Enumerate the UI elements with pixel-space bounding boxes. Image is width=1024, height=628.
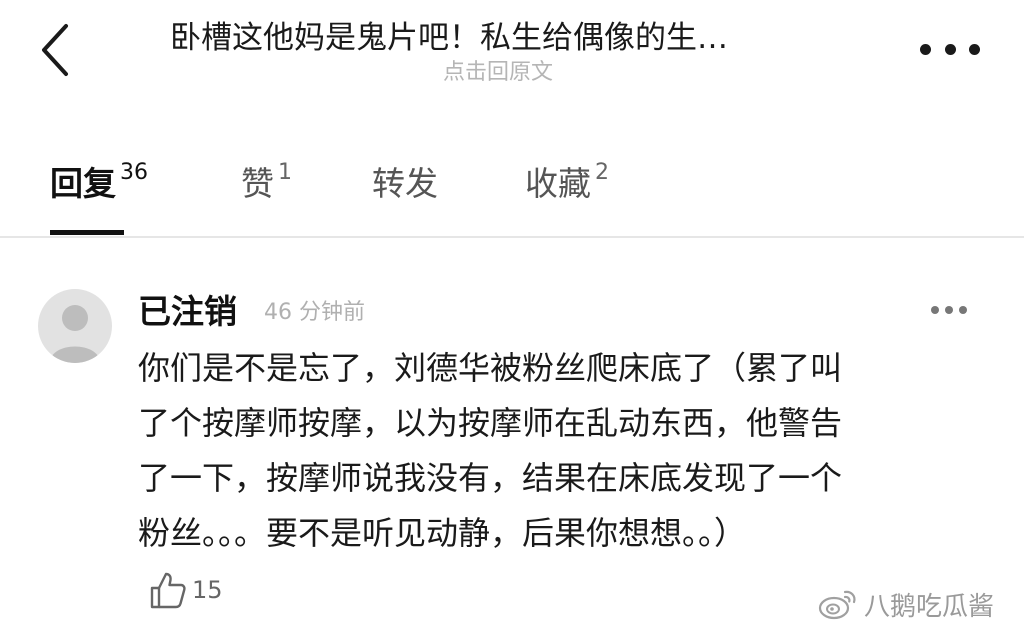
tab-bar: 回复 36 赞 1 转发 收藏 2 (0, 150, 1024, 236)
chevron-left-icon (42, 24, 68, 76)
avatar[interactable] (38, 289, 112, 363)
tab-favorites[interactable]: 收藏 2 (525, 160, 609, 222)
page-title[interactable]: 卧槽这他妈是鬼片吧！私生给偶像的生… (170, 18, 870, 58)
back-button[interactable] (36, 22, 76, 78)
comment-more-button[interactable] (931, 304, 967, 316)
like-count: 15 (192, 576, 223, 604)
comment-timestamp: 46 分钟前 (264, 300, 365, 325)
tab-likes[interactable]: 赞 1 (241, 160, 292, 222)
more-options-button[interactable] (920, 38, 980, 60)
comment-detail-page: 卧槽这他妈是鬼片吧！私生给偶像的生… 点击回原文 回复 36 赞 1 转发 收藏… (0, 0, 1024, 628)
tab-count: 1 (278, 160, 292, 185)
comment-body: 你们是不是忘了，刘德华被粉丝爬床底了（累了叫 了个按摩师按摩，以为按摩师在乱动东… (138, 341, 978, 561)
tab-label: 赞 (241, 164, 274, 203)
tab-reposts[interactable]: 转发 (372, 162, 438, 222)
view-original-link[interactable]: 点击回原文 (443, 60, 553, 86)
active-tab-indicator (50, 230, 124, 235)
like-button[interactable]: 15 (148, 568, 223, 612)
weibo-logo-icon (818, 590, 856, 620)
watermark-text: 八鹅吃瓜酱 (864, 591, 995, 622)
more-horizontal-icon (931, 306, 939, 314)
tab-replies[interactable]: 回复 36 (50, 160, 148, 222)
comment-line: 粉丝。。。要不是听见动静，后果你想想。。） (138, 514, 747, 552)
comment-line: 你们是不是忘了，刘德华被粉丝爬床底了（累了叫 (138, 349, 843, 387)
tab-label: 回复 (50, 164, 116, 203)
default-user-icon (50, 305, 100, 363)
divider (0, 236, 1024, 238)
tab-label: 收藏 (525, 164, 591, 203)
tab-count: 36 (120, 160, 148, 185)
watermark: 八鹅吃瓜酱 (818, 586, 994, 622)
comment-line: 了一下，按摩师说我没有，结果在床底发现了一个 (138, 459, 843, 497)
comment-line: 了个按摩师按摩，以为按摩师在乱动东西，他警告 (138, 404, 843, 442)
tab-count: 2 (595, 160, 609, 185)
more-horizontal-icon (920, 43, 931, 55)
tab-label: 转发 (372, 164, 438, 203)
comment-username[interactable]: 已注销 (138, 290, 237, 334)
thumbs-up-icon (150, 572, 186, 609)
